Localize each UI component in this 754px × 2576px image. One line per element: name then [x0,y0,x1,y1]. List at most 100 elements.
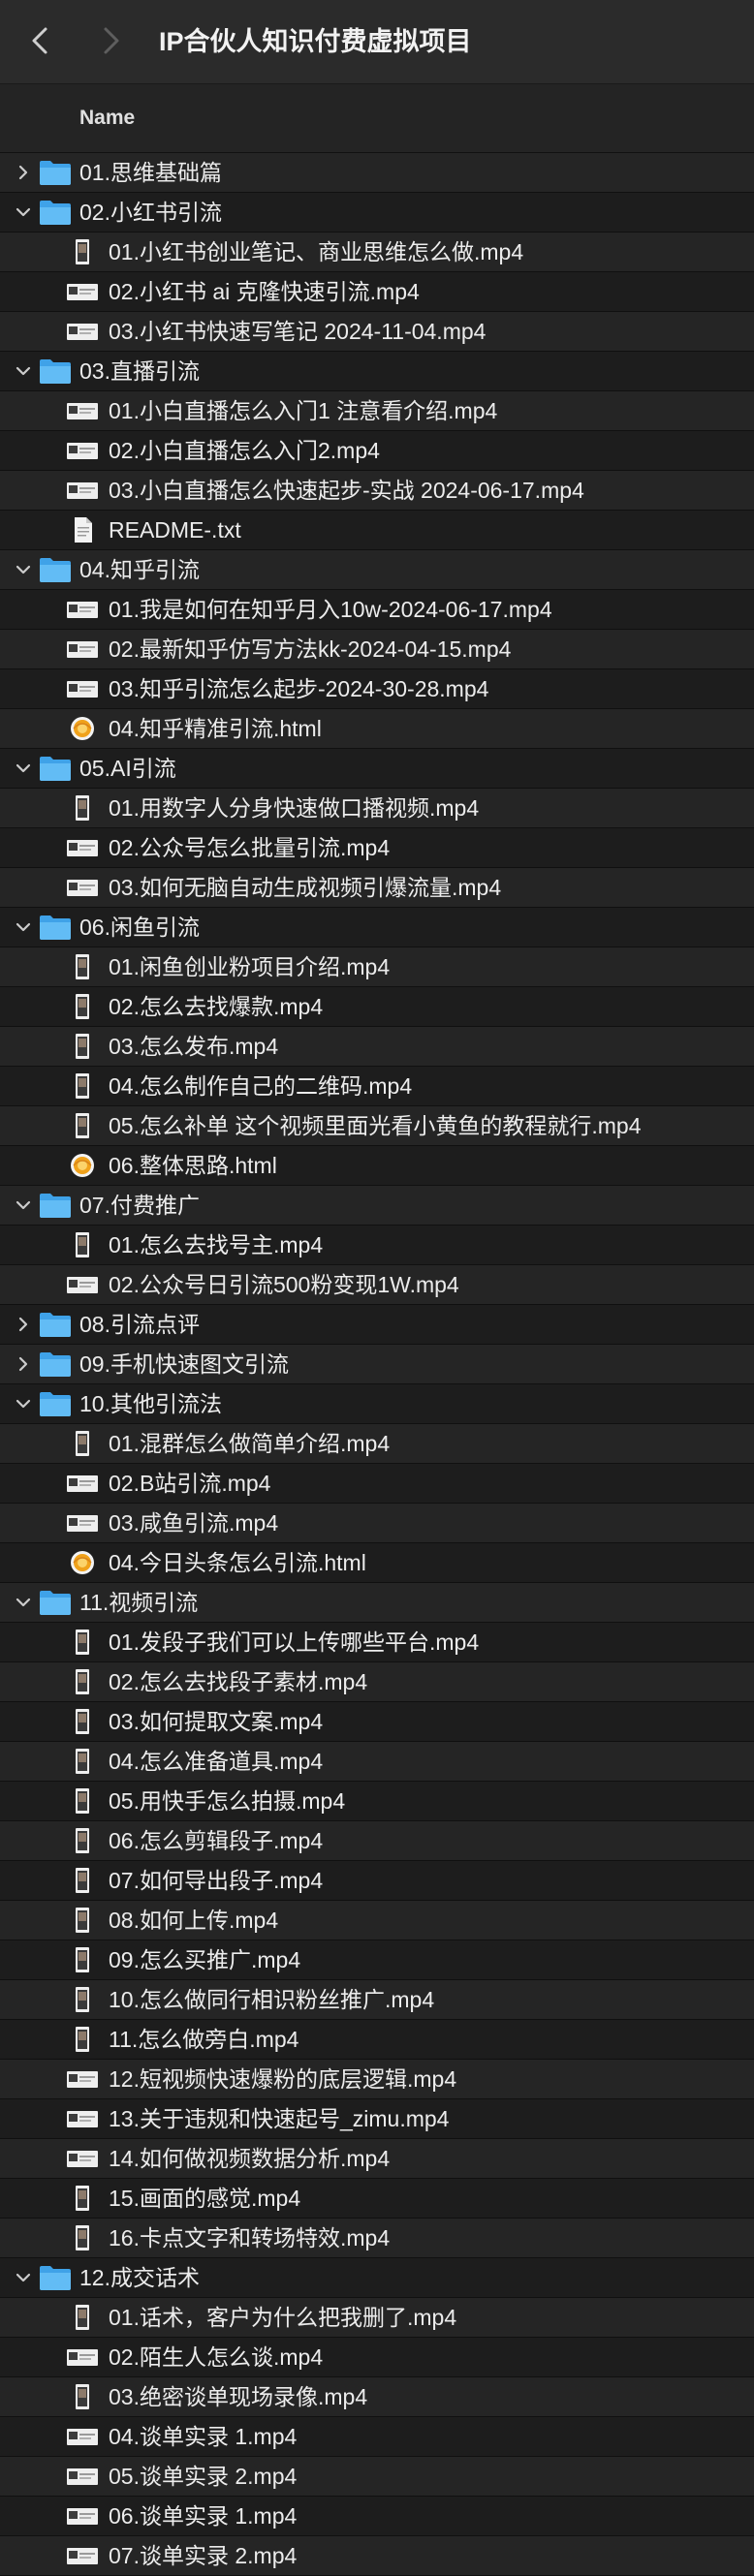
file-row[interactable]: 12.短视频快速爆粉的底层逻辑.mp4 [0,2060,754,2099]
video-portrait-icon [66,2304,99,2331]
file-row[interactable]: 03.咸鱼引流.mp4 [0,1504,754,1543]
disclosure-down-icon[interactable] [14,1394,33,1413]
folder-row[interactable]: 10.其他引流法 [0,1384,754,1424]
file-name: 03.怎么发布.mp4 [109,1034,279,1059]
file-row[interactable]: 04.怎么制作自己的二维码.mp4 [0,1067,754,1106]
file-row[interactable]: 04.怎么准备道具.mp4 [0,1742,754,1782]
file-row[interactable]: 02.B站引流.mp4 [0,1464,754,1504]
disclosure-toggle[interactable] [14,163,33,182]
file-name: 11.怎么做旁白.mp4 [109,2027,299,2052]
file-row[interactable]: 09.怎么买推广.mp4 [0,1940,754,1980]
file-row[interactable]: 06.整体思路.html [0,1146,754,1186]
file-name: 06.怎么剪辑段子.mp4 [109,1828,324,1853]
file-row[interactable]: 15.画面的感觉.mp4 [0,2179,754,2219]
file-row[interactable]: 01.发段子我们可以上传哪些平台.mp4 [0,1623,754,1662]
file-row[interactable]: 03.怎么发布.mp4 [0,1027,754,1067]
folder-icon [39,199,72,226]
chevron-left-icon [32,27,47,54]
file-row[interactable]: 02.怎么去找爆款.mp4 [0,987,754,1027]
disclosure-right-icon[interactable] [14,1315,33,1334]
disclosure-toggle[interactable] [14,202,33,222]
file-row[interactable]: 01.闲鱼创业粉项目介绍.mp4 [0,947,754,987]
file-row[interactable]: 03.知乎引流怎么起步-2024-30-28.mp4 [0,669,754,709]
file-row[interactable]: 02.小红书 ai 克隆快速引流.mp4 [0,272,754,312]
folder-row[interactable]: 01.思维基础篇 [0,153,754,193]
column-header-name[interactable]: Name [0,84,754,153]
file-row[interactable]: 01.用数字人分身快速做口播视频.mp4 [0,789,754,828]
disclosure-down-icon[interactable] [14,1593,33,1612]
file-row[interactable]: README-.txt [0,511,754,550]
file-row[interactable]: 16.卡点文字和转场特效.mp4 [0,2219,754,2258]
disclosure-toggle[interactable] [14,759,33,778]
disclosure-down-icon[interactable] [14,361,33,381]
disclosure-toggle[interactable] [14,560,33,579]
disclosure-down-icon[interactable] [14,2268,33,2287]
file-row[interactable]: 06.怎么剪辑段子.mp4 [0,1821,754,1861]
disclosure-down-icon[interactable] [14,759,33,778]
file-row[interactable]: 03.绝密谈单现场录像.mp4 [0,2377,754,2417]
forward-button[interactable] [91,21,130,60]
file-row[interactable]: 03.小红书快速写笔记 2024-11-04.mp4 [0,312,754,352]
disclosure-toggle[interactable] [14,2268,33,2287]
file-row[interactable]: 03.如何无脑自动生成视频引爆流量.mp4 [0,868,754,908]
disclosure-toggle[interactable] [14,1195,33,1215]
file-row[interactable]: 02.小白直播怎么入门2.mp4 [0,431,754,471]
disclosure-toggle[interactable] [14,361,33,381]
disclosure-toggle[interactable] [14,917,33,937]
disclosure-down-icon[interactable] [14,917,33,937]
file-row[interactable]: 08.如何上传.mp4 [0,1901,754,1940]
file-row[interactable]: 02.公众号怎么批量引流.mp4 [0,828,754,868]
file-row[interactable]: 10.怎么做同行相识粉丝推广.mp4 [0,1980,754,2020]
file-row[interactable]: 05.用快手怎么拍摄.mp4 [0,1782,754,1821]
file-name: 01.发段子我们可以上传哪些平台.mp4 [109,1629,480,1655]
file-row[interactable]: 02.怎么去找段子素材.mp4 [0,1662,754,1702]
disclosure-down-icon[interactable] [14,560,33,579]
file-row[interactable]: 01.我是如何在知乎月入10w-2024-06-17.mp4 [0,590,754,630]
file-row[interactable]: 14.如何做视频数据分析.mp4 [0,2139,754,2179]
disclosure-down-icon[interactable] [14,202,33,222]
file-row[interactable]: 02.公众号日引流500粉变现1W.mp4 [0,1265,754,1305]
disclosure-right-icon[interactable] [14,163,33,182]
file-row[interactable]: 02.陌生人怎么谈.mp4 [0,2338,754,2377]
folder-row[interactable]: 09.手机快速图文引流 [0,1345,754,1384]
file-row[interactable]: 02.最新知乎仿写方法kk-2024-04-15.mp4 [0,630,754,669]
back-button[interactable] [21,21,60,60]
file-row[interactable]: 03.如何提取文案.mp4 [0,1702,754,1742]
folder-name: 06.闲鱼引流 [79,915,200,940]
file-row[interactable]: 04.今日头条怎么引流.html [0,1543,754,1583]
video-portrait-icon [66,1112,99,1139]
file-name: 01.闲鱼创业粉项目介绍.mp4 [109,954,391,979]
file-row[interactable]: 06.谈单实录 1.mp4 [0,2497,754,2536]
folder-row[interactable]: 11.视频引流 [0,1583,754,1623]
folder-row[interactable]: 06.闲鱼引流 [0,908,754,947]
folder-row[interactable]: 03.直播引流 [0,352,754,391]
disclosure-down-icon[interactable] [14,1195,33,1215]
file-name: 03.绝密谈单现场录像.mp4 [109,2384,368,2409]
file-row[interactable]: 07.如何导出段子.mp4 [0,1861,754,1901]
file-row[interactable]: 01.话术，客户为什么把我删了.mp4 [0,2298,754,2338]
folder-row[interactable]: 08.引流点评 [0,1305,754,1345]
file-row[interactable]: 11.怎么做旁白.mp4 [0,2020,754,2060]
file-name: 12.短视频快速爆粉的底层逻辑.mp4 [109,2066,457,2092]
file-row[interactable]: 01.小白直播怎么入门1 注意看介绍.mp4 [0,391,754,431]
file-row[interactable]: 04.知乎精准引流.html [0,709,754,749]
disclosure-toggle[interactable] [14,1354,33,1374]
file-row[interactable]: 05.谈单实录 2.mp4 [0,2457,754,2497]
file-row[interactable]: 01.小红书创业笔记、商业思维怎么做.mp4 [0,233,754,272]
folder-row[interactable]: 04.知乎引流 [0,550,754,590]
disclosure-right-icon[interactable] [14,1354,33,1374]
disclosure-toggle[interactable] [14,1315,33,1334]
file-row[interactable]: 13.关于违规和快速起号_zimu.mp4 [0,2099,754,2139]
folder-row[interactable]: 02.小红书引流 [0,193,754,233]
folder-row[interactable]: 05.AI引流 [0,749,754,789]
file-row[interactable]: 05.怎么补单 这个视频里面光看小黄鱼的教程就行.mp4 [0,1106,754,1146]
file-row[interactable]: 07.谈单实录 2.mp4 [0,2536,754,2576]
disclosure-toggle[interactable] [14,1593,33,1612]
disclosure-toggle[interactable] [14,1394,33,1413]
file-row[interactable]: 01.怎么去找号主.mp4 [0,1226,754,1265]
file-row[interactable]: 03.小白直播怎么快速起步-实战 2024-06-17.mp4 [0,471,754,511]
file-row[interactable]: 01.混群怎么做简单介绍.mp4 [0,1424,754,1464]
file-row[interactable]: 04.谈单实录 1.mp4 [0,2417,754,2457]
folder-row[interactable]: 12.成交话术 [0,2258,754,2298]
folder-row[interactable]: 07.付费推广 [0,1186,754,1226]
